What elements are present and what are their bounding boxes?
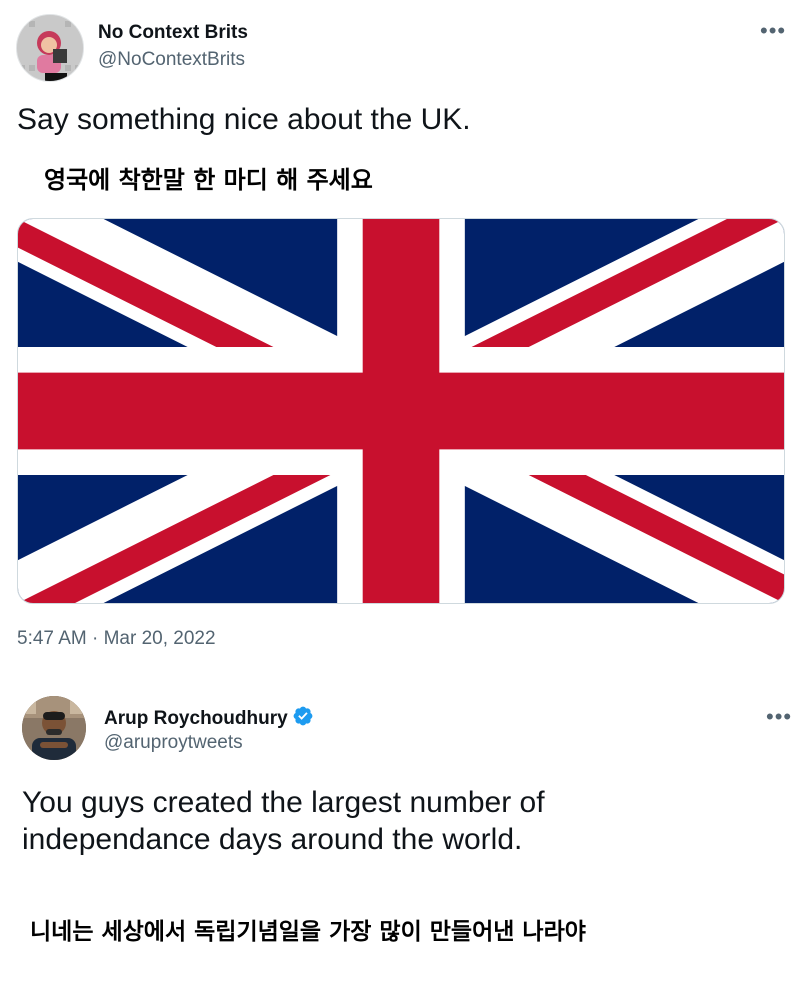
translation-annotation: 니네는 세상에서 독립기념일을 가장 많이 만들어낸 나라야 xyxy=(30,919,586,945)
author-avatar[interactable] xyxy=(22,696,86,760)
avatar-image xyxy=(17,15,83,81)
more-horizontal-icon[interactable]: ••• xyxy=(760,20,786,42)
union-jack-flag xyxy=(18,219,784,603)
tweet-timestamp[interactable]: 5:47 AM · Mar 20, 2022 xyxy=(17,628,216,650)
translation-annotation: 영국에 착한말 한 마디 해 주세요 xyxy=(44,166,373,194)
author-name[interactable]: No Context Brits xyxy=(98,22,248,44)
verified-badge-icon xyxy=(292,705,314,733)
avatar-image xyxy=(22,696,86,760)
author-avatar[interactable] xyxy=(16,14,84,82)
tweet-text: Say something nice about the UK. xyxy=(17,103,471,136)
tweet-text-line-2: independance days around the world. xyxy=(22,823,523,856)
author-handle[interactable]: @aruproytweets xyxy=(104,732,243,754)
tweet-text-line-1: You guys created the largest number of xyxy=(22,786,545,819)
author-name-row[interactable]: Arup Roychoudhury xyxy=(104,705,314,733)
author-name[interactable]: Arup Roychoudhury xyxy=(104,708,288,729)
tweet-media-image[interactable] xyxy=(17,218,785,604)
more-horizontal-icon[interactable]: ••• xyxy=(766,706,792,728)
author-handle[interactable]: @NoContextBrits xyxy=(98,49,245,71)
